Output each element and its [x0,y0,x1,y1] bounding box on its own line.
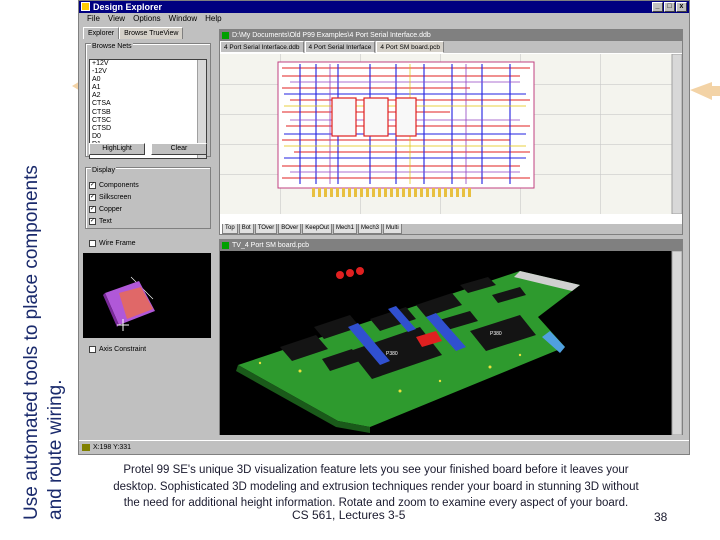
tab-explorer[interactable]: Explorer [83,27,120,39]
3d-doc-title-bar: TV_4 Port SM board.pcb [220,240,682,251]
layer-tab-tover[interactable]: TOver [254,224,278,234]
window-title: Design Explorer [93,2,163,12]
arrow-decoration-icon [690,82,720,100]
close-button[interactable]: x [676,2,687,12]
axis-constraint-checkbox[interactable] [89,346,96,353]
menu-bar: File View Options Window Help [79,13,689,25]
tab-schematic[interactable]: 4 Port Serial Interface [304,41,376,53]
option-label: Axis Constraint [99,346,147,353]
footer-page-number: 38 [654,510,668,524]
text-checkbox[interactable]: ✓ [89,218,96,225]
slide-caption-line2: desktop. Sophisticated 3D modeling and e… [113,480,639,493]
highlight-button[interactable]: HighLight [89,143,145,155]
maximize-button[interactable]: □ [664,2,675,12]
net-item[interactable]: CTSD [92,125,206,133]
window-title-bar: Design Explorer _ □ x [79,1,689,13]
svg-text:P380: P380 [386,351,398,357]
menu-view[interactable]: View [108,13,125,25]
display-title: Display [91,167,116,174]
svg-text:P380: P380 [490,331,502,337]
net-item[interactable]: -12V [92,68,206,76]
option-text[interactable]: ✓ Text [89,217,112,226]
status-coords: X:198 Y:331 [93,444,132,451]
design-explorer-window: Design Explorer _ □ x File View Options … [78,0,690,455]
browse-nets-title: Browse Nets [91,43,133,50]
status-icon [82,444,90,451]
layer-tab-keepout[interactable]: KeepOut [302,224,332,234]
tab-ddb[interactable]: 4 Port Serial Interface.ddb [220,41,304,53]
tab-browse-trueview[interactable]: Browse TrueView [119,27,184,39]
net-item[interactable]: CTSB [92,109,206,117]
net-item[interactable]: D0 [92,133,206,141]
option-label: Text [99,218,112,225]
side-caption-line2: and route wiring. [45,379,66,520]
menu-file[interactable]: File [87,13,100,25]
pcb-editor-panel: D:\My Documents\Old P99 Examples\4 Port … [219,29,683,235]
document-icon [222,32,229,39]
app-icon [81,2,90,11]
layer-tab-multi[interactable]: Multi [383,224,402,234]
side-caption-line1: Use automated tools to place components [21,165,42,520]
3d-board-canvas[interactable]: P380 P380 [220,251,682,435]
side-caption: Use automated tools to place components … [20,50,68,520]
menu-options[interactable]: Options [133,13,161,25]
net-item[interactable]: CTSA [92,100,206,108]
tab-pcb[interactable]: 4 Port SM board.pcb [376,41,445,53]
option-axis-constraint[interactable]: Axis Constraint [89,345,146,354]
layer-tab-bover[interactable]: BOver [278,224,302,234]
layer-tab-bot[interactable]: Bot [238,224,254,234]
3d-view-panel: TV_4 Port SM board.pcb P380 P380 [219,239,683,435]
3d-doc-title: TV_4 Port SM board.pcb [232,242,310,249]
option-label: Copper [99,206,122,213]
left-panel: Explorer Browse TrueView Browse Nets +12… [83,27,213,439]
option-label: Wire Frame [99,240,136,247]
option-wire-frame[interactable]: Wire Frame [89,239,136,248]
minimize-button[interactable]: _ [652,2,663,12]
net-item[interactable]: A1 [92,84,206,92]
option-label: Silkscreen [99,194,132,201]
document-tabs: 4 Port Serial Interface.ddb 4 Port Seria… [220,41,682,53]
silkscreen-checkbox[interactable]: ✓ [89,194,96,201]
option-components[interactable]: ✓ Components [89,181,139,190]
status-bar: X:198 Y:331 [79,440,689,454]
clear-button[interactable]: Clear [151,143,207,155]
option-copper[interactable]: ✓ Copper [89,205,122,214]
wire-frame-checkbox[interactable] [89,240,96,247]
net-item[interactable]: +12V [92,60,206,68]
components-checkbox[interactable]: ✓ [89,182,96,189]
slide-caption: Protel 99 SE's unique 3D visualization f… [86,462,666,512]
net-item[interactable]: A0 [92,76,206,84]
slide-caption-line1: Protel 99 SE's unique 3D visualization f… [123,464,629,476]
mini-3d-preview[interactable] [83,253,211,338]
menu-window[interactable]: Window [169,13,197,25]
net-item[interactable]: CTSC [92,117,206,125]
option-label: Components [99,182,139,189]
option-silkscreen[interactable]: ✓ Silkscreen [89,193,131,202]
footer-course: CS 561, Lectures 3-5 [292,508,406,522]
layer-tab-top[interactable]: Top [222,224,238,234]
preview-board-icon [103,276,155,331]
layer-tab-mech3[interactable]: Mech3 [357,224,382,234]
layer-tabs: Top Bot TOver BOver KeepOut Mech1 Mech3 … [222,224,682,234]
layer-tab-mech1[interactable]: Mech1 [332,224,357,234]
pcb-layout-canvas[interactable] [220,54,682,214]
pcb-doc-title: D:\My Documents\Old P99 Examples\4 Port … [232,32,431,39]
menu-help[interactable]: Help [205,13,221,25]
pcb-doc-title-bar: D:\My Documents\Old P99 Examples\4 Port … [220,30,682,41]
net-item[interactable]: A2 [92,92,206,100]
document-icon [222,242,229,249]
copper-checkbox[interactable]: ✓ [89,206,96,213]
